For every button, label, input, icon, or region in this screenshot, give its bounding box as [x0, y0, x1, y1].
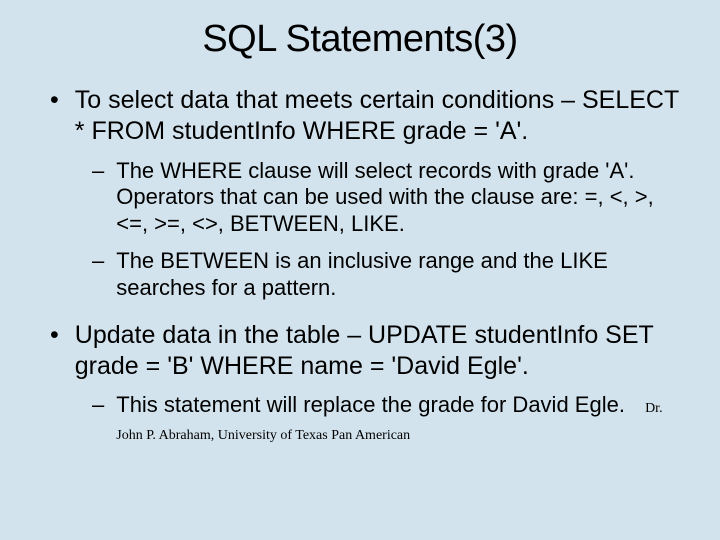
sub-bullet-item: – The BETWEEN is an inclusive range and … — [92, 248, 690, 302]
bullet-text: Update data in the table – UPDATE studen… — [75, 320, 690, 383]
bullet-text-content: This statement will replace the grade fo… — [116, 392, 625, 417]
bullet-item: • To select data that meets certain cond… — [50, 85, 690, 148]
bullet-dot-icon: • — [50, 85, 59, 148]
dash-icon: – — [92, 248, 104, 302]
sub-bullet-item: – This statement will replace the grade … — [92, 392, 690, 446]
bullet-dot-icon: • — [50, 320, 59, 383]
bullet-text: The WHERE clause will select records wit… — [116, 158, 690, 238]
dash-icon: – — [92, 158, 104, 238]
slide-title: SQL Statements(3) — [30, 18, 690, 61]
bullet-text: To select data that meets certain condit… — [75, 85, 690, 148]
bullet-item: • Update data in the table – UPDATE stud… — [50, 320, 690, 383]
bullet-text: This statement will replace the grade fo… — [116, 392, 690, 446]
dash-icon: – — [92, 392, 104, 446]
sub-bullet-item: – The WHERE clause will select records w… — [92, 158, 690, 238]
bullet-text: The BETWEEN is an inclusive range and th… — [116, 248, 690, 302]
